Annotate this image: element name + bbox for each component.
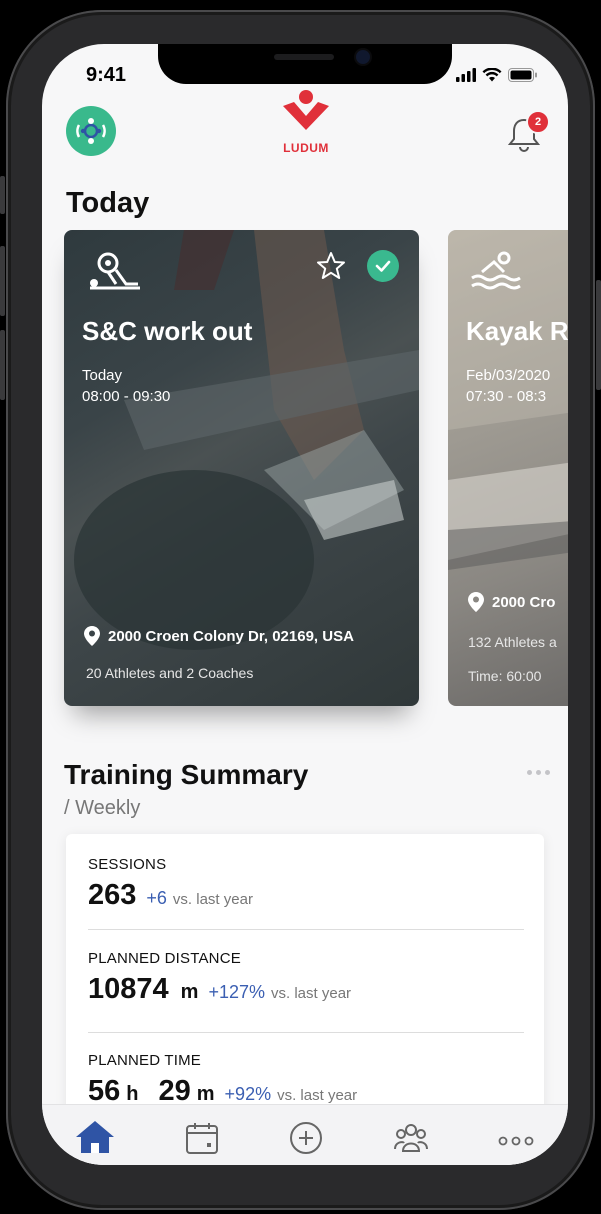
completed-check-badge bbox=[367, 250, 399, 282]
address-text: 2000 Cro bbox=[492, 593, 556, 611]
session-duration: Time: 60:00 bbox=[468, 668, 542, 684]
divider bbox=[88, 929, 524, 930]
stat-label: PLANNED DISTANCE bbox=[88, 950, 241, 967]
stat-unit: m bbox=[180, 981, 199, 1003]
mute-switch bbox=[0, 176, 5, 214]
training-summary-title: Training Summary bbox=[64, 759, 309, 790]
status-icons bbox=[456, 68, 538, 82]
tab-more[interactable] bbox=[498, 1133, 534, 1151]
tab-calendar[interactable] bbox=[185, 1121, 219, 1160]
team-logo-icon bbox=[76, 118, 106, 144]
app-screen: 9:41 LUDUM 2 Today S&C work out Today 08… bbox=[42, 44, 568, 1165]
add-icon bbox=[290, 1122, 322, 1154]
swimming-icon bbox=[470, 250, 522, 299]
battery-icon bbox=[508, 68, 537, 82]
session-title: Kayak R bbox=[466, 316, 568, 346]
stat-delta: +127% bbox=[208, 982, 266, 1002]
stat-hours-unit: h bbox=[126, 1083, 139, 1105]
session-participants: 132 Athletes a bbox=[468, 634, 557, 650]
location-pin-icon bbox=[468, 592, 484, 612]
power-button bbox=[596, 280, 601, 390]
tab-home[interactable] bbox=[74, 1119, 116, 1160]
bottom-tab-bar bbox=[42, 1104, 568, 1165]
session-address: 2000 Cro bbox=[468, 592, 555, 612]
stat-comparison: vs. last year bbox=[271, 985, 352, 1002]
app-logo: LUDUM bbox=[278, 88, 334, 155]
session-time: 08:00 - 09:30 bbox=[82, 388, 171, 405]
notification-badge: 2 bbox=[526, 110, 550, 134]
status-time: 9:41 bbox=[86, 64, 127, 86]
home-icon bbox=[76, 1121, 114, 1153]
team-icon bbox=[394, 1124, 428, 1152]
stat-label: PLANNED TIME bbox=[88, 1052, 201, 1069]
volume-down-button bbox=[0, 330, 5, 400]
volume-up-button bbox=[0, 246, 5, 316]
tab-team[interactable] bbox=[393, 1121, 429, 1160]
session-address: 2000 Croen Colony Dr, 02169, USA bbox=[84, 626, 354, 646]
stat-minutes-unit: m bbox=[196, 1083, 215, 1105]
stat-planned-time: PLANNED TIME 56 h 29 m +92% vs. last yea… bbox=[88, 1052, 357, 1108]
speaker bbox=[274, 54, 334, 60]
signal-icon bbox=[456, 68, 476, 82]
stat-delta: +6 bbox=[146, 888, 167, 908]
notifications-button[interactable]: 2 bbox=[506, 110, 550, 154]
front-camera bbox=[356, 50, 370, 64]
favorite-star-button[interactable] bbox=[315, 250, 347, 287]
stat-planned-distance: PLANNED DISTANCE 10874 m +127% vs. last … bbox=[88, 950, 351, 1006]
stat-comparison: vs. last year bbox=[277, 1087, 358, 1104]
stat-label: SESSIONS bbox=[88, 856, 167, 873]
star-icon bbox=[317, 252, 345, 279]
weightlifting-icon bbox=[86, 250, 144, 299]
phone-mockup: 9:41 LUDUM 2 Today S&C work out Today 08… bbox=[0, 0, 601, 1214]
summary-more-button[interactable] bbox=[527, 770, 550, 775]
location-pin-icon bbox=[84, 626, 100, 646]
more-icon bbox=[498, 1136, 534, 1146]
session-card[interactable]: Kayak R Feb/03/2020 07:30 - 08:3 2000 Cr… bbox=[448, 230, 568, 706]
session-participants: 20 Athletes and 2 Coaches bbox=[86, 665, 254, 681]
stat-value: 10874 bbox=[88, 973, 169, 1005]
address-text: 2000 Croen Colony Dr, 02169, USA bbox=[108, 627, 354, 645]
tab-add[interactable] bbox=[289, 1121, 323, 1160]
session-date: Feb/03/2020 bbox=[466, 367, 551, 384]
ludum-logo-icon bbox=[283, 90, 329, 130]
brand-name: LUDUM bbox=[283, 141, 329, 155]
calendar-icon bbox=[186, 1123, 218, 1154]
stat-sessions: SESSIONS 263 +6 vs. last year bbox=[88, 856, 253, 912]
session-card[interactable]: S&C work out Today 08:00 - 09:30 2000 Cr… bbox=[64, 230, 419, 706]
training-summary-period: / Weekly bbox=[64, 797, 141, 819]
divider bbox=[88, 1032, 524, 1033]
session-date: Today bbox=[82, 367, 123, 384]
wifi-icon bbox=[482, 68, 502, 82]
session-title: S&C work out bbox=[82, 316, 253, 346]
session-time: 07:30 - 08:3 bbox=[466, 388, 547, 405]
team-avatar[interactable] bbox=[66, 106, 116, 156]
section-title-today: Today bbox=[66, 187, 150, 219]
stat-delta: +92% bbox=[224, 1084, 272, 1104]
stat-comparison: vs. last year bbox=[172, 891, 253, 908]
stat-value: 263 bbox=[88, 879, 137, 911]
check-icon bbox=[375, 260, 391, 272]
notch bbox=[158, 44, 452, 84]
